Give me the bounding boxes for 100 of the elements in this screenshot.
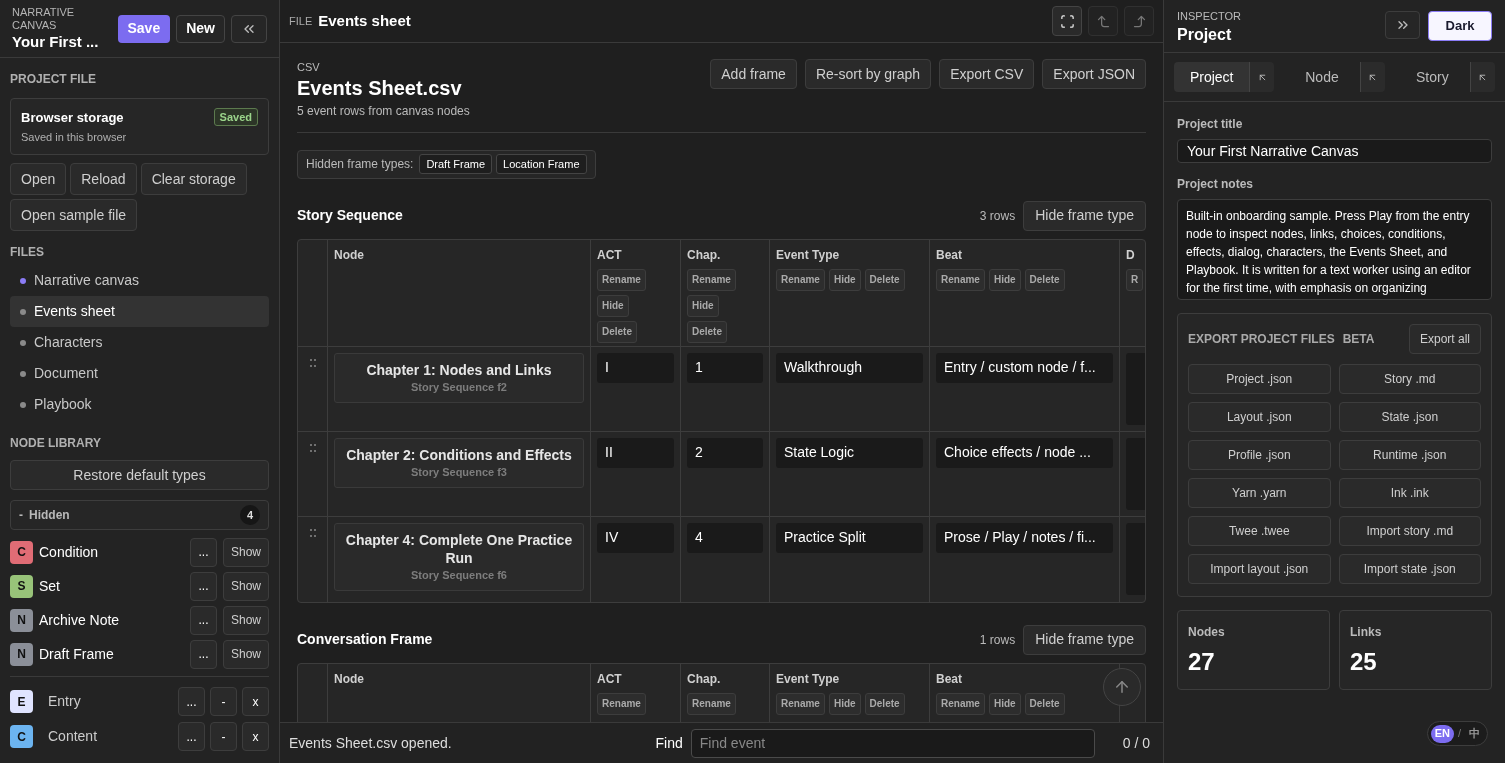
column-action-button[interactable]: Delete <box>597 320 637 343</box>
input-field[interactable]: Prose / Play / notes / fi... <box>936 522 1113 553</box>
column-action-button[interactable]: Hide <box>828 692 861 715</box>
more-button[interactable]: ... <box>190 639 217 669</box>
input-field[interactable]: Entry / custom node / f... <box>936 352 1113 383</box>
show-button[interactable]: Show <box>223 639 269 669</box>
hide-frame-type-button[interactable]: Hide frame type <box>1023 200 1146 231</box>
column-action-button[interactable]: Hide <box>687 294 719 317</box>
input-field[interactable]: 1 <box>687 352 763 383</box>
column-action-button[interactable]: Hide <box>828 268 861 291</box>
export-button[interactable]: Profile .json <box>1188 440 1331 470</box>
more-button[interactable]: ... <box>190 571 217 601</box>
show-button[interactable]: Show <box>223 605 269 635</box>
column-action-button[interactable]: Hide <box>597 294 629 317</box>
input-field[interactable]: Practice Split <box>776 522 923 553</box>
export-button[interactable]: Twee .twee <box>1188 516 1331 546</box>
language-option[interactable]: 中 <box>1465 724 1484 743</box>
collapse-sidebar-button[interactable] <box>231 14 267 43</box>
save-button[interactable]: Save <box>117 14 171 43</box>
column-action-button[interactable]: Delete <box>864 692 905 715</box>
export-button[interactable]: Story .md <box>1338 364 1481 394</box>
column-action-button[interactable]: Delete <box>1024 268 1065 291</box>
column-action-button[interactable]: R <box>1126 268 1144 291</box>
input-field[interactable]: I <box>597 352 674 383</box>
node-card[interactable]: Chapter 1: Nodes and Links Story Sequence f2 <box>334 352 584 403</box>
file-button[interactable]: Reload <box>70 163 137 195</box>
remove-button[interactable]: x <box>242 687 269 716</box>
collapse-inspector-button[interactable] <box>1385 11 1420 39</box>
input-field[interactable]: 2 <box>687 437 763 468</box>
file-item[interactable]: Characters <box>10 327 269 358</box>
inspector-tab[interactable]: Story <box>1394 62 1470 92</box>
pop-out-button[interactable] <box>1249 62 1275 92</box>
input-field[interactable]: II <box>597 437 674 468</box>
hide-frame-type-button[interactable]: Hide frame type <box>1023 624 1146 655</box>
input-field[interactable]: State Logic <box>776 437 923 468</box>
input-field[interactable]: IV <box>597 522 674 553</box>
file-button[interactable]: Clear storage <box>140 163 247 195</box>
export-button[interactable]: Yarn .yarn <box>1188 478 1331 508</box>
more-button[interactable]: ... <box>190 537 217 567</box>
new-button[interactable]: New <box>176 14 225 43</box>
export-button[interactable]: Ink .ink <box>1338 478 1481 508</box>
column-action-button[interactable]: Delete <box>687 320 727 343</box>
export-button[interactable]: Import story .md <box>1338 516 1481 546</box>
file-item[interactable]: Document <box>10 358 269 389</box>
show-button[interactable]: Show <box>223 537 269 567</box>
input-field[interactable]: 4 <box>687 522 763 553</box>
node-card[interactable]: Chapter 4: Complete One Practice Run Story Sequence f6 <box>334 522 584 591</box>
column-action-button[interactable]: Delete <box>1024 692 1065 715</box>
restore-types-button[interactable]: Restore default types <box>10 460 269 490</box>
find-field[interactable]: Find event <box>690 728 1095 758</box>
more-button[interactable]: ... <box>178 687 205 716</box>
grip-icon[interactable] <box>309 358 316 367</box>
inspector-tab[interactable]: Project <box>1174 62 1250 92</box>
grip-icon[interactable] <box>309 528 316 537</box>
export-button[interactable]: Import layout .json <box>1188 554 1331 584</box>
collapse-button[interactable]: - <box>210 687 237 716</box>
export-button[interactable]: State .json <box>1338 402 1481 432</box>
export-button[interactable]: Layout .json <box>1188 402 1331 432</box>
file-button[interactable]: Open <box>10 163 67 195</box>
column-action-button[interactable]: Hide <box>988 692 1021 715</box>
export-button[interactable]: Runtime .json <box>1338 440 1481 470</box>
sheet-action-button[interactable]: Export CSV <box>939 59 1035 89</box>
more-button[interactable]: ... <box>190 605 217 635</box>
inspector-tab[interactable]: Node <box>1284 62 1360 92</box>
sheet-action-button[interactable]: Export JSON <box>1042 59 1146 89</box>
more-button[interactable]: ... <box>178 722 205 751</box>
column-action-button[interactable]: Rename <box>776 268 825 291</box>
export-button[interactable]: Project .json <box>1188 364 1331 394</box>
file-button[interactable]: Open sample file <box>10 199 138 231</box>
pop-out-button[interactable] <box>1470 62 1495 92</box>
column-action-button[interactable]: Rename <box>776 692 825 715</box>
grip-icon[interactable] <box>309 443 316 452</box>
file-item[interactable]: Playbook <box>10 389 269 420</box>
hidden-group-header[interactable]: - Hidden 4 <box>10 500 269 530</box>
file-item[interactable]: Events sheet <box>10 296 269 327</box>
column-action-button[interactable]: Rename <box>936 692 985 715</box>
column-action-button[interactable]: Rename <box>936 268 985 291</box>
column-action-button[interactable]: Rename <box>597 268 646 291</box>
export-button[interactable]: Import state .json <box>1338 554 1481 584</box>
node-card[interactable]: Chapter 2: Conditions and Effects Story Sequence f3 <box>334 437 584 488</box>
project-notes-field[interactable]: Built-in onboarding sample. Press Play from the entry node to inspect nodes, links, choices, conditions, effects, dialog, characters, the Events Sheet, and Playbook. It is written for a text worker using an editor for the first time, with emphasis on organizing <box>1177 198 1492 300</box>
input-field[interactable]: Choice effects / node ... <box>936 437 1113 468</box>
language-option[interactable]: EN <box>1430 724 1454 743</box>
column-action-button[interactable]: Rename <box>597 692 646 715</box>
export-all-button[interactable]: Export all <box>1408 324 1481 354</box>
column-action-button[interactable]: Rename <box>687 692 736 715</box>
theme-button[interactable]: Dark <box>1428 11 1492 41</box>
column-action-button[interactable]: Delete <box>864 268 905 291</box>
file-item[interactable]: Narrative canvas <box>10 265 269 296</box>
sheet-action-button[interactable]: Re-sort by graph <box>804 59 932 89</box>
pop-out-button[interactable] <box>1359 62 1385 92</box>
fullscreen-button[interactable] <box>1052 6 1082 36</box>
input-field[interactable]: Walkthrough <box>776 352 923 383</box>
project-title-field[interactable]: Your First Narrative Canvas <box>1177 139 1492 163</box>
collapse-button[interactable]: - <box>210 722 237 751</box>
sheet-action-button[interactable]: Add frame <box>710 59 797 89</box>
remove-button[interactable]: x <box>242 722 269 751</box>
column-action-button[interactable]: Hide <box>988 268 1021 291</box>
show-button[interactable]: Show <box>223 571 269 601</box>
column-action-button[interactable]: Rename <box>687 268 736 291</box>
